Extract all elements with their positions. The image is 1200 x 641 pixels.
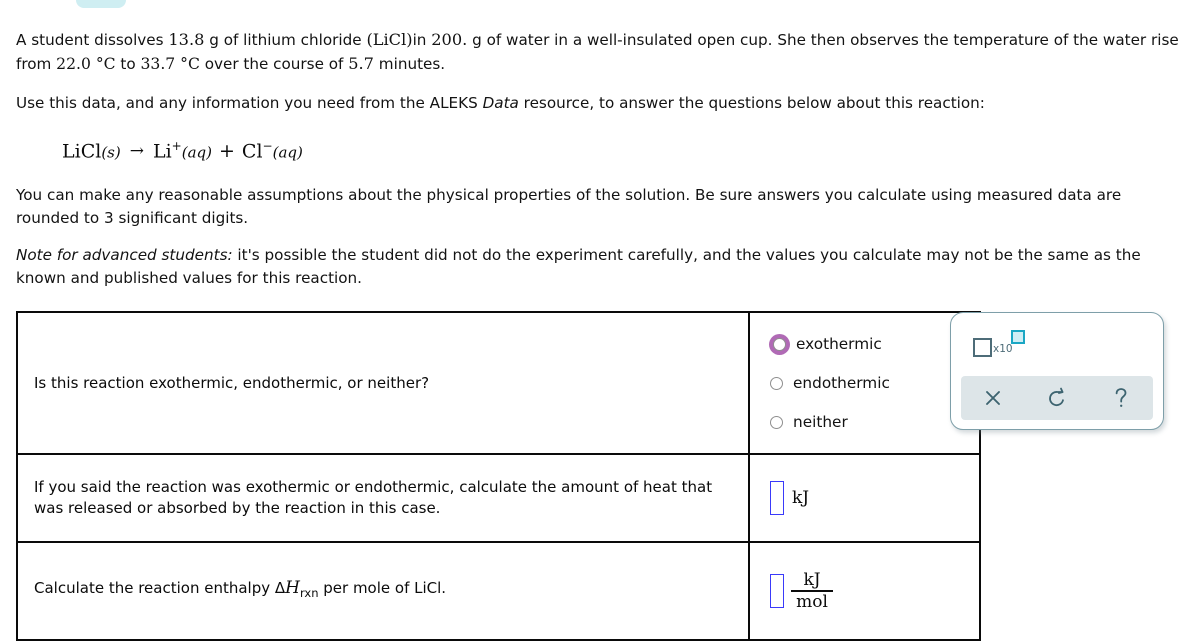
math-input-toolbar: x10 bbox=[950, 312, 1164, 430]
equation-product-1: Li bbox=[152, 140, 172, 163]
enthalpy-symbol: H bbox=[285, 578, 300, 598]
p1-text-f: over the course of bbox=[199, 55, 349, 73]
p1-duration-value: 5.7 bbox=[348, 54, 374, 73]
question-3-text-a: Calculate the reaction enthalpy Δ bbox=[34, 579, 286, 597]
p1-initial-temperature: 22.0 °C bbox=[56, 55, 116, 73]
equation-reactant: LiCl bbox=[62, 140, 102, 163]
p1-water-mass: 200. bbox=[431, 30, 468, 49]
fraction-numerator: kJ bbox=[803, 569, 821, 590]
equation-product-2-state: (aq) bbox=[272, 143, 303, 162]
advanced-note-label: Note for advanced students: bbox=[16, 246, 233, 264]
question-3-text-b: per mole of LiCl. bbox=[318, 579, 447, 597]
answer-table: Is this reaction exothermic, endothermic… bbox=[16, 311, 981, 641]
radio-label-endothermic: endothermic bbox=[793, 374, 890, 392]
enthalpy-unit-fraction: kJ mol bbox=[791, 569, 833, 612]
radio-button-neither[interactable] bbox=[770, 415, 783, 429]
radio-option-endothermic[interactable]: endothermic bbox=[770, 364, 979, 403]
toolbar-action-bar bbox=[961, 376, 1153, 420]
paragraph-advanced-note: Note for advanced students: it's possibl… bbox=[16, 244, 1188, 290]
p1-text-g: minutes. bbox=[373, 55, 446, 73]
scientific-notation-label: x10 bbox=[993, 343, 1013, 355]
exponent-box-icon bbox=[1011, 330, 1025, 344]
answer-cell-1: exothermic endothermic neither bbox=[748, 311, 981, 455]
enthalpy-subscript: rxn bbox=[299, 586, 319, 600]
p1-text-b: g of lithium chloride bbox=[204, 31, 367, 49]
question-cell-3: Calculate the reaction enthalpy ΔHrxn pe… bbox=[16, 541, 750, 641]
equation-plus: + bbox=[218, 140, 235, 163]
enthalpy-answer-line: kJ mol bbox=[770, 569, 979, 612]
p1-text-a: A student dissolves bbox=[16, 31, 169, 49]
p1-mass-value: 13.8 bbox=[168, 30, 205, 49]
equation-product-1-state: (aq) bbox=[181, 143, 212, 162]
fraction-denominator: mol bbox=[796, 591, 828, 612]
close-icon bbox=[986, 391, 1000, 405]
p2-text-a: Use this data, and any information you n… bbox=[16, 94, 483, 112]
table-row: If you said the reaction was exothermic … bbox=[16, 453, 981, 543]
top-tab-fragment bbox=[76, 0, 126, 8]
p1-text-c: in bbox=[412, 31, 432, 49]
undo-icon bbox=[1049, 387, 1064, 407]
paragraph-instructions: Use this data, and any information you n… bbox=[16, 92, 1188, 115]
scientific-notation-button[interactable]: x10 bbox=[973, 330, 1025, 358]
answer-cell-3: kJ mol bbox=[748, 541, 981, 641]
table-row: Is this reaction exothermic, endothermic… bbox=[16, 311, 981, 455]
help-button[interactable] bbox=[1099, 376, 1143, 420]
p2-text-b: resource, to answer the questions below … bbox=[518, 94, 985, 112]
p2-data-resource-emphasis: Data bbox=[482, 94, 519, 112]
equation-arrow: → bbox=[129, 141, 144, 162]
radio-button-exothermic[interactable] bbox=[773, 337, 786, 351]
p1-compound-formula: (LiCl) bbox=[366, 30, 413, 49]
heat-unit-label: kJ bbox=[792, 488, 810, 508]
question-cell-2: If you said the reaction was exothermic … bbox=[16, 453, 750, 543]
undo-button[interactable] bbox=[1035, 376, 1079, 420]
enthalpy-input-field[interactable] bbox=[770, 574, 784, 608]
clear-button[interactable] bbox=[971, 376, 1015, 420]
problem-notes: You can make any reasonable assumptions … bbox=[16, 184, 1188, 290]
problem-statement: A student dissolves 13.8 g of lithium ch… bbox=[16, 28, 1188, 115]
radio-option-exothermic[interactable]: exothermic bbox=[773, 325, 979, 364]
equation-product-2: Cl bbox=[241, 140, 263, 163]
mantissa-box-icon bbox=[973, 338, 992, 357]
heat-answer-line: kJ bbox=[770, 481, 979, 515]
radio-label-neither: neither bbox=[793, 413, 848, 431]
table-row: Calculate the reaction enthalpy ΔHrxn pe… bbox=[16, 541, 981, 641]
paragraph-scenario: A student dissolves 13.8 g of lithium ch… bbox=[16, 28, 1188, 76]
equation-product-1-charge: + bbox=[171, 139, 182, 153]
p1-text-e: to bbox=[115, 55, 141, 73]
heat-input-field[interactable] bbox=[770, 481, 784, 515]
radio-label-exothermic: exothermic bbox=[796, 335, 882, 353]
toolbar-top-section: x10 bbox=[951, 313, 1163, 370]
question-cell-1: Is this reaction exothermic, endothermic… bbox=[16, 311, 750, 455]
equation-product-2-charge: − bbox=[262, 139, 273, 153]
chemical-equation: LiCl(s) → Li+(aq) + Cl−(aq) bbox=[62, 139, 303, 162]
answer-cell-2: kJ bbox=[748, 453, 981, 543]
equation-reactant-state: (s) bbox=[101, 143, 121, 162]
question-mark-icon bbox=[1115, 388, 1127, 407]
p1-final-temperature: 33.7 °C bbox=[140, 55, 200, 73]
radio-option-neither[interactable]: neither bbox=[770, 403, 979, 442]
paragraph-assumptions: You can make any reasonable assumptions … bbox=[16, 186, 1122, 227]
radio-button-endothermic[interactable] bbox=[770, 376, 783, 390]
